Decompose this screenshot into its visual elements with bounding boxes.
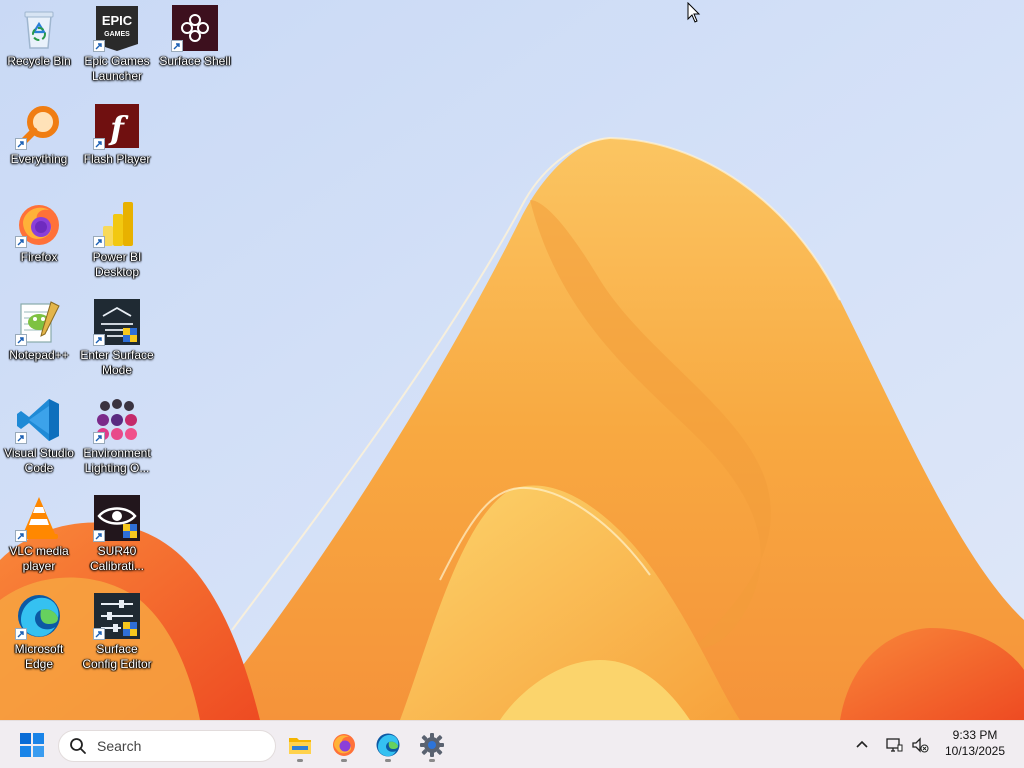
desktop-icon-label: Microsoft Edge	[14, 642, 64, 671]
desktop-icon-label: Everything	[10, 152, 68, 166]
shortcut-arrow-icon	[93, 138, 105, 150]
desktop-icon-power-bi[interactable]: Power BI Desktop	[78, 196, 156, 290]
system-clock[interactable]: 9:33 PM 10/13/2025	[936, 727, 1014, 759]
file-explorer-icon	[289, 738, 311, 754]
desktop-icon-flash-player[interactable]: f Flash Player	[78, 98, 156, 192]
running-indicator	[297, 759, 303, 762]
chevron-up-icon	[856, 740, 868, 748]
running-indicator	[429, 759, 435, 762]
desktop-icon-firefox[interactable]: Firefox	[0, 196, 78, 290]
desktop-icon-label: Power BI Desktop	[92, 250, 142, 279]
environment-lighting-icon	[93, 396, 141, 444]
desktop-icon-area: Recycle Bin EPIC GAMES Epic Games Launche…	[0, 0, 1024, 720]
shortcut-arrow-icon	[171, 40, 183, 52]
shortcut-arrow-icon	[15, 432, 27, 444]
desktop-icon-recycle-bin[interactable]: Recycle Bin	[0, 0, 78, 94]
network-status-button[interactable]	[882, 733, 906, 757]
search-placeholder: Search	[97, 738, 142, 754]
shortcut-arrow-icon	[93, 432, 105, 444]
taskbar-app-microsoft-edge[interactable]	[370, 727, 406, 763]
desktop-icon-label: Flash Player	[83, 152, 151, 166]
edge-icon	[15, 592, 63, 640]
clock-time: 9:33 PM	[952, 728, 998, 742]
flash-player-icon: f	[93, 102, 141, 150]
desktop-icon-surface-config-editor[interactable]: Surface Config Editor	[78, 588, 156, 682]
vscode-icon	[15, 396, 63, 444]
sur40-calibration-icon	[93, 494, 141, 542]
shortcut-arrow-icon	[15, 236, 27, 248]
clock-date: 10/13/2025	[944, 744, 1006, 758]
shortcut-arrow-icon	[93, 628, 105, 640]
show-hidden-icons-button[interactable]	[850, 733, 874, 757]
desktop-icon-label: Environment Lighting O...	[83, 446, 151, 475]
taskbar-search-box[interactable]: Search	[58, 730, 276, 762]
power-bi-icon	[93, 200, 141, 248]
desktop-icon-label: VLC media player	[9, 544, 69, 573]
desktop-icon-enter-surface-mode[interactable]: Enter Surface Mode	[78, 294, 156, 388]
volume-muted-icon	[912, 737, 929, 753]
shortcut-arrow-icon	[93, 530, 105, 542]
shortcut-arrow-icon	[15, 138, 27, 150]
desktop-icon-vscode[interactable]: Visual Studio Code	[0, 392, 78, 486]
everything-search-icon	[15, 102, 63, 150]
desktop-icon-label: Surface Config Editor	[82, 642, 152, 671]
desktop-icon-surface-shell[interactable]: Surface Shell	[156, 0, 234, 94]
running-indicator	[341, 759, 347, 762]
desktop-icon-label: Surface Shell	[159, 54, 231, 68]
settings-gear-icon	[420, 733, 444, 757]
desktop-icon-label: Enter Surface Mode	[80, 348, 154, 377]
desktop-icon-label: SUR40 Calibrati...	[89, 544, 145, 573]
network-icon	[886, 738, 903, 752]
search-icon	[70, 738, 86, 754]
mouse-cursor-icon	[687, 2, 701, 23]
shortcut-arrow-icon	[93, 40, 105, 52]
shortcut-arrow-icon	[15, 628, 27, 640]
desktop-icon-environment-lighting[interactable]: Environment Lighting O...	[78, 392, 156, 486]
desktop-icon-label: Epic Games Launcher	[84, 54, 150, 83]
surface-config-editor-icon	[93, 592, 141, 640]
windows-start-icon	[20, 733, 44, 757]
svg-text:GAMES: GAMES	[104, 31, 130, 38]
taskbar: Search 9:33 PM 10/13/2025	[0, 720, 1024, 768]
vlc-icon	[15, 494, 63, 542]
shortcut-arrow-icon	[93, 236, 105, 248]
running-indicator	[385, 759, 391, 762]
surface-shell-icon	[171, 4, 219, 52]
desktop-icon-notepad-plus-plus[interactable]: Notepad++	[0, 294, 78, 388]
edge-icon	[376, 733, 400, 757]
firefox-icon	[333, 734, 355, 756]
desktop-icon-label: Notepad++	[9, 348, 69, 362]
desktop-icon-microsoft-edge[interactable]: Microsoft Edge	[0, 588, 78, 682]
desktop-icon-epic-games[interactable]: EPIC GAMES Epic Games Launcher	[78, 0, 156, 94]
notepad-plus-plus-icon	[15, 298, 63, 346]
taskbar-app-settings[interactable]	[414, 727, 450, 763]
firefox-icon	[15, 200, 63, 248]
taskbar-app-file-explorer[interactable]	[282, 727, 318, 763]
enter-surface-mode-icon	[93, 298, 141, 346]
desktop-icon-sur40-calibration[interactable]: SUR40 Calibrati...	[78, 490, 156, 584]
desktop-icon-everything[interactable]: Everything	[0, 98, 78, 192]
start-button[interactable]	[14, 727, 50, 763]
desktop-icon-label: Recycle Bin	[7, 54, 71, 68]
shortcut-arrow-icon	[15, 334, 27, 346]
desktop-icon-vlc[interactable]: VLC media player	[0, 490, 78, 584]
desktop-icon-label: Visual Studio Code	[4, 446, 74, 475]
shortcut-arrow-icon	[15, 530, 27, 542]
taskbar-app-firefox[interactable]	[326, 727, 362, 763]
svg-text:EPIC: EPIC	[102, 13, 133, 28]
desktop-icon-label: Firefox	[20, 250, 58, 264]
recycle-bin-icon	[15, 4, 63, 52]
shortcut-arrow-icon	[93, 334, 105, 346]
volume-button[interactable]	[908, 733, 932, 757]
epic-games-icon: EPIC GAMES	[93, 4, 141, 52]
